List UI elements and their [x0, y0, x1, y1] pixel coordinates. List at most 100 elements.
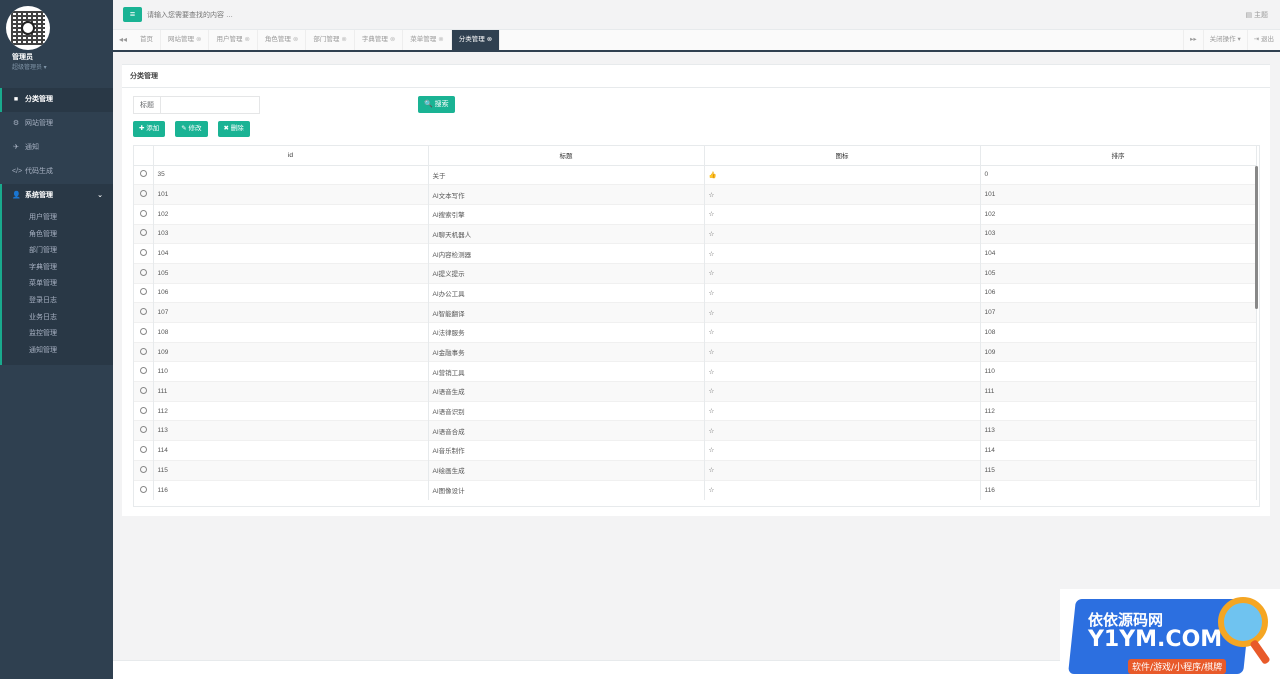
row-radio[interactable] — [139, 170, 147, 178]
system-submenu: 用户管理 角色管理 部门管理 字典管理 菜单管理 登录日志 业务日志 监控管理 … — [0, 208, 113, 366]
content-panel: 分类管理 标题 🔍 搜索 ✚ 添加 ✎ 修改 ✖ 删除 id 标题 图标 排序 … — [122, 64, 1270, 516]
table-row[interactable]: 111 AI语音生成 ☆ 111 — [134, 381, 1257, 402]
tab-roles[interactable]: 角色管理 ⊗ — [258, 30, 307, 50]
cell-title: 关于 — [428, 164, 705, 185]
table-row[interactable]: 116 AI图像设计 ☆ 116 — [134, 479, 1257, 500]
row-radio[interactable] — [139, 485, 147, 493]
row-radio[interactable] — [139, 288, 147, 296]
close-icon[interactable]: ⊗ — [293, 36, 298, 43]
cell-id: 102 — [153, 203, 429, 225]
logout-button[interactable]: ⇥ 退出 — [1246, 30, 1280, 50]
table-row[interactable]: 113 AI语音合成 ☆ 113 — [134, 420, 1257, 441]
cell-sort: 110 — [980, 361, 1257, 382]
close-icon[interactable]: ⊗ — [438, 36, 443, 43]
submenu-item-departments[interactable]: 部门管理 — [2, 243, 113, 260]
tab-dictionary[interactable]: 字典管理 ⊗ — [355, 30, 404, 50]
sidebar-nav: ■ 分类管理 ⚙ 网站管理 ✈ 通知 </> 代码生成 👤 系统管理 ⌄ 用户管… — [0, 88, 113, 366]
table-row[interactable]: 102 AI搜索引擎 ☆ 102 — [134, 203, 1257, 225]
theme-button[interactable]: ▤ 主题 — [1245, 10, 1268, 20]
table-row[interactable]: 107 AI智能翻译 ☆ 107 — [134, 302, 1257, 323]
table-row[interactable]: 106 AI办公工具 ☆ 106 — [134, 282, 1257, 303]
profile-role-dropdown[interactable]: 超级管理员 ▾ — [12, 62, 47, 71]
tab-users[interactable]: 用户管理 ⊗ — [209, 30, 258, 50]
column-header-title[interactable]: 标题 — [428, 146, 705, 166]
close-icon[interactable]: ⊗ — [244, 36, 249, 43]
column-header-sort[interactable]: 排序 — [980, 146, 1257, 166]
table-row[interactable]: 104 AI内容检测器 ☆ 104 — [134, 243, 1257, 264]
column-header-icon[interactable]: 图标 — [704, 146, 981, 166]
row-radio[interactable] — [139, 445, 147, 453]
tab-menus[interactable]: 菜单管理 ⊗ — [403, 30, 452, 50]
tab-label: 网站管理 — [168, 36, 194, 43]
row-radio[interactable] — [139, 465, 147, 473]
tab-category[interactable]: 分类管理 ⊗ — [451, 30, 501, 50]
submenu-item-dictionary[interactable]: 字典管理 — [2, 260, 113, 277]
table-row[interactable]: 115 AI绘画生成 ☆ 115 — [134, 459, 1257, 480]
submenu-item-roles[interactable]: 角色管理 — [2, 227, 113, 244]
delete-button[interactable]: ✖ 删除 — [217, 121, 250, 137]
row-select-cell — [134, 302, 154, 323]
row-radio[interactable] — [139, 386, 147, 394]
tabs-back-icon[interactable]: ◂◂ — [113, 30, 133, 50]
sidebar-item-notice[interactable]: ✈ 通知 — [0, 136, 113, 160]
tab-departments[interactable]: 部门管理 ⊗ — [306, 30, 355, 50]
submenu-item-business-log[interactable]: 业务日志 — [2, 310, 113, 327]
table-row[interactable]: 114 AI音乐制作 ☆ 114 — [134, 440, 1257, 461]
table-row[interactable]: 105 AI提义提示 ☆ 105 — [134, 262, 1257, 284]
submenu-item-users[interactable]: 用户管理 — [2, 210, 113, 227]
cell-icon: ☆ — [704, 381, 981, 402]
tabs-forward-icon[interactable]: ▸▸ — [1183, 30, 1203, 50]
table-row[interactable]: 108 AI法律服务 ☆ 108 — [134, 322, 1257, 343]
sidebar-item-codegen[interactable]: </> 代码生成 — [0, 160, 113, 184]
add-button[interactable]: ✚ 添加 — [133, 121, 166, 137]
cell-sort: 106 — [980, 282, 1257, 303]
cell-sort: 105 — [980, 262, 1257, 284]
row-radio[interactable] — [139, 406, 147, 414]
close-icon[interactable]: ⊗ — [196, 36, 201, 43]
row-radio[interactable] — [139, 249, 147, 257]
cell-icon: ☆ — [704, 440, 981, 461]
close-operations-dropdown[interactable]: 关闭操作 ▾ — [1202, 30, 1247, 50]
submenu-item-notices[interactable]: 通知管理 — [2, 343, 113, 360]
table-row[interactable]: 103 AI聊天机器人 ☆ 103 — [134, 223, 1257, 244]
row-radio[interactable] — [139, 209, 147, 217]
table-row[interactable]: 112 AI语音识别 ☆ 112 — [134, 400, 1257, 421]
cell-title: AI语音生成 — [428, 381, 705, 402]
sidebar-item-system[interactable]: 👤 系统管理 ⌄ — [0, 184, 113, 208]
edit-button[interactable]: ✎ 修改 — [175, 121, 208, 137]
submenu-item-monitor[interactable]: 监控管理 — [2, 326, 113, 343]
close-icon[interactable]: ⊗ — [487, 36, 492, 43]
magnifier-handle — [1249, 639, 1271, 665]
close-icon[interactable]: ⊗ — [341, 36, 346, 43]
table-row[interactable]: 101 AI文本写作 ☆ 101 — [134, 184, 1257, 205]
cell-sort: 107 — [980, 302, 1257, 323]
table-row[interactable]: 110 AI营销工具 ☆ 110 — [134, 361, 1257, 382]
row-radio[interactable] — [139, 327, 147, 335]
submenu-item-login-log[interactable]: 登录日志 — [2, 293, 113, 310]
row-radio[interactable] — [139, 308, 147, 316]
close-icon[interactable]: ⊗ — [390, 36, 395, 43]
row-radio[interactable] — [139, 190, 147, 198]
sidebar-item-category[interactable]: ■ 分类管理 — [0, 88, 113, 112]
tab-website[interactable]: 网站管理 ⊗ — [161, 30, 210, 50]
row-select-cell — [134, 479, 154, 500]
table-row[interactable]: 109 AI金融事务 ☆ 109 — [134, 341, 1257, 362]
menu-toggle-button[interactable]: ≡ — [123, 7, 142, 22]
search-input[interactable] — [147, 8, 447, 22]
row-radio[interactable] — [139, 347, 147, 355]
cell-icon: ☆ — [704, 282, 981, 303]
row-radio[interactable] — [139, 268, 147, 276]
search-button[interactable]: 🔍 搜索 — [418, 96, 455, 113]
row-radio[interactable] — [139, 367, 147, 375]
row-radio[interactable] — [139, 426, 147, 434]
sidebar-item-label: 通知 — [25, 144, 39, 151]
tab-home[interactable]: 首页 — [133, 30, 161, 50]
title-filter-input[interactable] — [160, 96, 260, 114]
avatar[interactable] — [6, 6, 50, 50]
table-row[interactable]: 35 关于 👍 0 — [134, 164, 1257, 185]
row-radio[interactable] — [139, 229, 147, 237]
sidebar-item-website[interactable]: ⚙ 网站管理 — [0, 112, 113, 136]
table-scrollbar[interactable] — [1255, 166, 1258, 309]
column-header-id[interactable]: id — [153, 146, 429, 166]
submenu-item-menus[interactable]: 菜单管理 — [2, 276, 113, 293]
